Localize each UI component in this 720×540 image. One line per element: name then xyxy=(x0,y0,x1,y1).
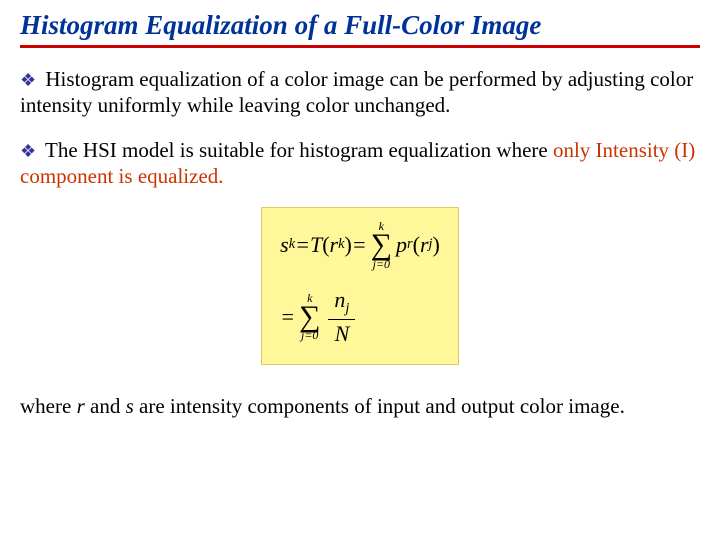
sym-s: s xyxy=(280,233,289,257)
sym-eq: = xyxy=(280,305,295,329)
sym-rparen: ) xyxy=(344,233,351,257)
page-title: Histogram Equalization of a Full-Color I… xyxy=(20,10,700,48)
fraction: nj N xyxy=(328,288,355,346)
sigma-icon: k ∑ j=0 xyxy=(371,220,392,270)
sigma-symbol: ∑ xyxy=(299,304,320,330)
fraction-den: N xyxy=(329,320,356,346)
sigma-icon: k ∑ j=0 xyxy=(299,292,320,342)
bullet-paragraph-1: ❖ Histogram equalization of a color imag… xyxy=(20,66,700,119)
footer-mid: and xyxy=(85,394,126,418)
footer-a: where xyxy=(20,394,77,418)
sym-T: T xyxy=(310,233,322,257)
sym-lparen: ( xyxy=(322,233,329,257)
sym-eq: = xyxy=(352,233,367,257)
footer-s: s xyxy=(126,394,134,418)
bullet-paragraph-2: ❖ The HSI model is suitable for histogra… xyxy=(20,137,700,190)
sym-n-sub: j xyxy=(345,300,349,316)
para1-text: Histogram equalization of a color image … xyxy=(20,67,693,117)
sym-eq: = xyxy=(295,233,310,257)
para2a-text: The HSI model is suitable for histogram … xyxy=(45,138,553,162)
sym-r: r xyxy=(330,233,339,257)
sigma-bottom: j=0 xyxy=(301,329,318,341)
sym-n: n xyxy=(334,287,345,312)
sym-rparen: ) xyxy=(432,233,439,257)
footer-b: are intensity components of input and ou… xyxy=(134,394,625,418)
sym-p: p xyxy=(396,233,407,257)
diamond-bullet-icon: ❖ xyxy=(20,141,36,161)
sigma-symbol: ∑ xyxy=(371,232,392,258)
fraction-num: nj xyxy=(328,288,355,320)
footer-note: where r and s are intensity components o… xyxy=(20,393,700,419)
sigma-bottom: j=0 xyxy=(373,258,390,270)
footer-r: r xyxy=(77,394,85,418)
formula-box: sk = T ( rk ) = k ∑ j=0 pr ( rj ) = xyxy=(261,207,459,365)
formula-line-1: sk = T ( rk ) = k ∑ j=0 pr ( rj ) xyxy=(280,220,440,270)
formula-container: sk = T ( rk ) = k ∑ j=0 pr ( rj ) = xyxy=(20,207,700,365)
slide: Histogram Equalization of a Full-Color I… xyxy=(0,0,720,439)
diamond-bullet-icon: ❖ xyxy=(20,70,36,90)
formula-line-2: = k ∑ j=0 nj N xyxy=(280,288,440,346)
sym-rj: r xyxy=(420,233,429,257)
sym-lparen: ( xyxy=(413,233,420,257)
